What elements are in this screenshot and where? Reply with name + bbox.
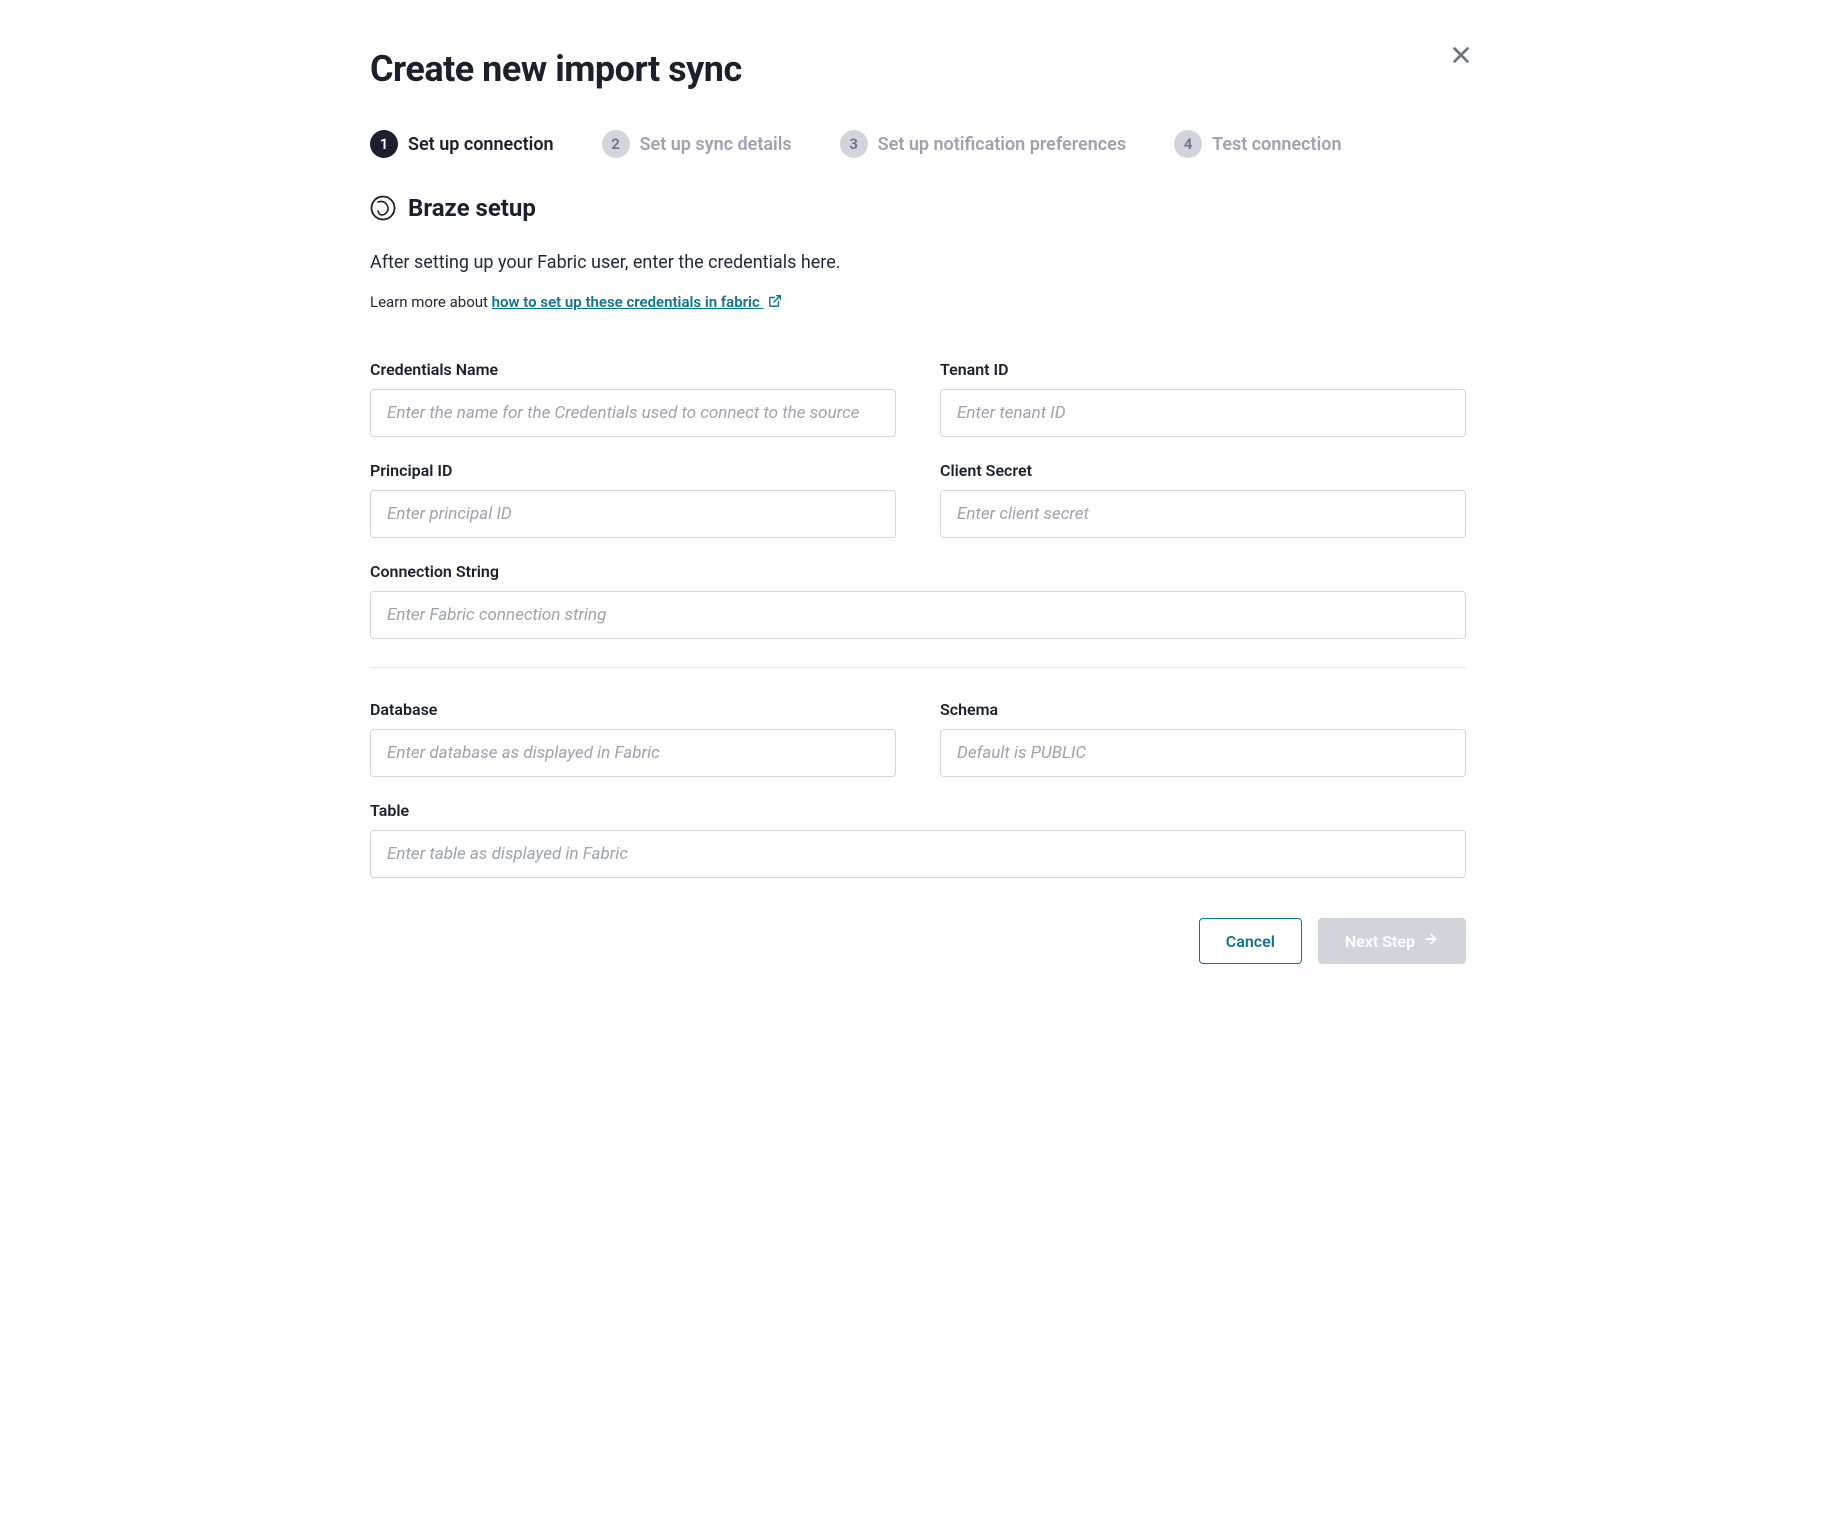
database-form: Database Schema Table bbox=[370, 700, 1466, 878]
field-tenant-id: Tenant ID bbox=[940, 360, 1466, 437]
step-number: 1 bbox=[370, 130, 398, 158]
external-link-icon bbox=[768, 294, 782, 312]
step-number: 2 bbox=[602, 130, 630, 158]
section-title: Braze setup bbox=[408, 194, 536, 222]
cancel-button[interactable]: Cancel bbox=[1199, 918, 1302, 964]
field-principal-id: Principal ID bbox=[370, 461, 896, 538]
stepper: 1 Set up connection 2 Set up sync detail… bbox=[370, 130, 1466, 158]
help-link[interactable]: how to set up these credentials in fabri… bbox=[492, 293, 782, 311]
step-1[interactable]: 1 Set up connection bbox=[370, 130, 554, 158]
step-number: 4 bbox=[1174, 130, 1202, 158]
field-table: Table bbox=[370, 801, 1466, 878]
section-header: Braze setup bbox=[370, 194, 1466, 222]
section-divider bbox=[370, 667, 1466, 668]
field-database: Database bbox=[370, 700, 896, 777]
input-schema[interactable] bbox=[940, 729, 1466, 777]
section-description: After setting up your Fabric user, enter… bbox=[370, 252, 1466, 273]
close-button[interactable] bbox=[1442, 36, 1480, 77]
page-title: Create new import sync bbox=[370, 48, 1466, 90]
label-principal-id: Principal ID bbox=[370, 461, 896, 480]
step-label: Test connection bbox=[1212, 134, 1341, 155]
input-database[interactable] bbox=[370, 729, 896, 777]
field-credentials-name: Credentials Name bbox=[370, 360, 896, 437]
input-tenant-id[interactable] bbox=[940, 389, 1466, 437]
input-credentials-name[interactable] bbox=[370, 389, 896, 437]
step-3[interactable]: 3 Set up notification preferences bbox=[840, 130, 1126, 158]
label-schema: Schema bbox=[940, 700, 1466, 719]
modal-container: Create new import sync 1 Set up connecti… bbox=[306, 0, 1530, 1004]
field-connection-string: Connection String bbox=[370, 562, 1466, 639]
step-2[interactable]: 2 Set up sync details bbox=[602, 130, 792, 158]
braze-icon bbox=[370, 195, 396, 221]
step-number: 3 bbox=[840, 130, 868, 158]
field-client-secret: Client Secret bbox=[940, 461, 1466, 538]
close-icon bbox=[1450, 54, 1472, 69]
label-table: Table bbox=[370, 801, 1466, 820]
input-client-secret[interactable] bbox=[940, 490, 1466, 538]
next-step-button-label: Next Step bbox=[1345, 932, 1415, 951]
label-credentials-name: Credentials Name bbox=[370, 360, 896, 379]
step-label: Set up sync details bbox=[640, 134, 792, 155]
help-text: Learn more about how to set up these cre… bbox=[370, 293, 1466, 312]
label-tenant-id: Tenant ID bbox=[940, 360, 1466, 379]
input-connection-string[interactable] bbox=[370, 591, 1466, 639]
arrow-right-icon bbox=[1423, 931, 1439, 951]
input-table[interactable] bbox=[370, 830, 1466, 878]
help-prefix: Learn more about bbox=[370, 293, 492, 311]
step-4[interactable]: 4 Test connection bbox=[1174, 130, 1341, 158]
input-principal-id[interactable] bbox=[370, 490, 896, 538]
footer-actions: Cancel Next Step bbox=[370, 918, 1466, 964]
help-link-text: how to set up these credentials in fabri… bbox=[492, 293, 760, 311]
step-label: Set up notification preferences bbox=[878, 134, 1126, 155]
label-client-secret: Client Secret bbox=[940, 461, 1466, 480]
cancel-button-label: Cancel bbox=[1226, 932, 1275, 951]
label-database: Database bbox=[370, 700, 896, 719]
credentials-form: Credentials Name Tenant ID Principal ID … bbox=[370, 360, 1466, 639]
field-schema: Schema bbox=[940, 700, 1466, 777]
label-connection-string: Connection String bbox=[370, 562, 1466, 581]
step-label: Set up connection bbox=[408, 134, 554, 155]
next-step-button[interactable]: Next Step bbox=[1318, 918, 1466, 964]
